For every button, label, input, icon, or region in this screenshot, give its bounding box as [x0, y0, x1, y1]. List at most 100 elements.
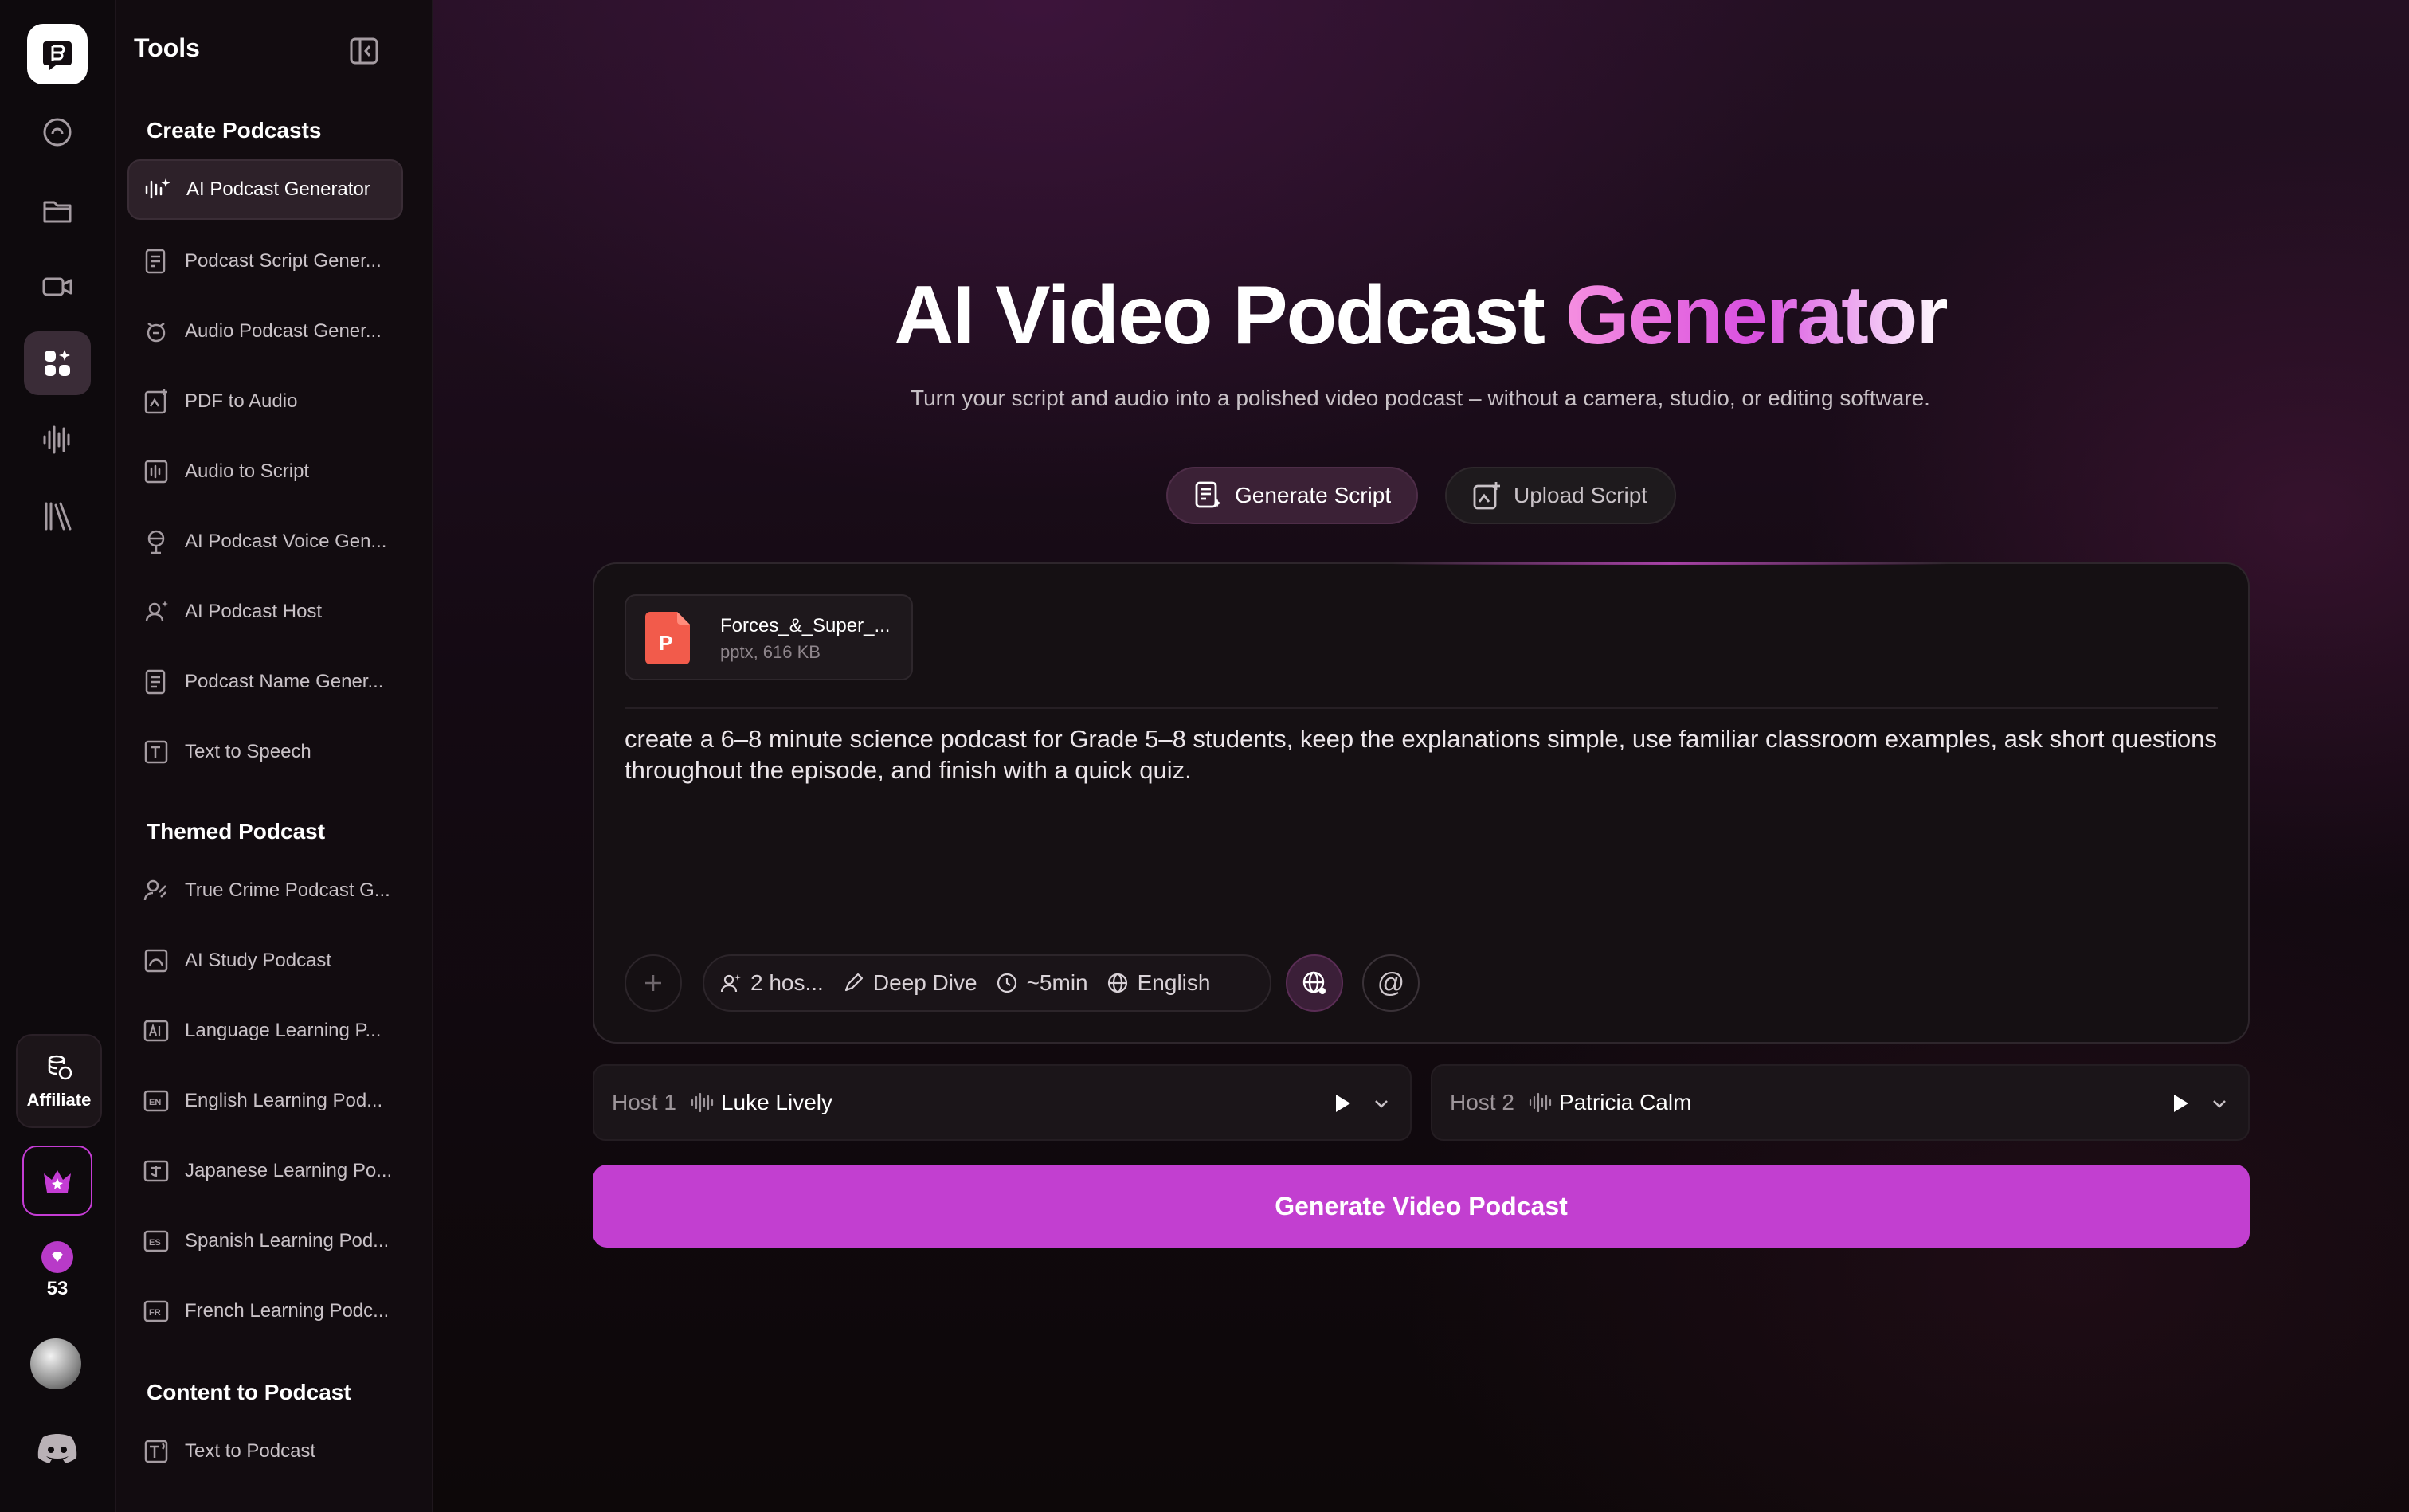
tab-label: Upload Script [1514, 483, 1648, 507]
chevron-down-icon[interactable] [1370, 1093, 1393, 1115]
svg-text:EN: EN [149, 1098, 161, 1107]
globe-search-icon [1302, 971, 1326, 994]
tool-label: Spanish Learning Pod... [185, 1230, 390, 1252]
mention-button[interactable]: @ [1362, 954, 1420, 1012]
file-name: Forces_&_Super_... [720, 615, 891, 637]
tool-text-to-podcast[interactable]: Text to Podcast [127, 1421, 403, 1482]
text-podcast-icon [144, 1440, 168, 1463]
tool-english-learning-podcast[interactable]: EN English Learning Pod... [127, 1071, 403, 1131]
sparkle-wave-icon [145, 178, 170, 199]
attached-file[interactable]: P Forces_&_Super_... pptx, 616 KB [625, 594, 913, 680]
tab-upload-script[interactable]: Upload Script [1445, 467, 1676, 524]
explore-button[interactable] [24, 100, 91, 164]
play-icon[interactable] [1330, 1091, 1354, 1115]
tool-spanish-learning-podcast[interactable]: ES Spanish Learning Pod... [127, 1211, 403, 1271]
tool-podcast-name-generator[interactable]: Podcast Name Gener... [127, 652, 403, 712]
tool-pdf-to-audio[interactable]: PDF to Audio [127, 371, 403, 432]
true-crime-icon [143, 879, 166, 901]
tool-audio-to-script[interactable]: Audio to Script [127, 441, 403, 502]
tool-label: AI Podcast Generator [186, 178, 370, 200]
tool-label: Podcast Script Gener... [185, 250, 382, 272]
english-icon: EN [143, 1090, 169, 1112]
section-title-themed: Themed Podcast [147, 819, 326, 844]
tools-button[interactable] [24, 331, 91, 395]
affiliate-button[interactable]: Affiliate [16, 1034, 102, 1128]
tool-label: PDF to Audio [185, 390, 298, 412]
tool-label: True Crime Podcast G... [185, 879, 390, 901]
library-icon [45, 502, 72, 531]
audio-button[interactable] [24, 408, 91, 472]
web-search-toggle[interactable] [1286, 954, 1343, 1012]
tool-label: Language Learning P... [185, 1020, 382, 1041]
script-input-panel: P Forces_&_Super_... pptx, 616 KB create… [593, 562, 2250, 1044]
style-option[interactable]: Deep Dive [841, 970, 995, 996]
voice-wave-icon [1529, 1092, 1552, 1113]
tools-grid-icon [45, 350, 70, 376]
tool-true-crime-podcast[interactable]: True Crime Podcast G... [127, 860, 403, 921]
hosts-option[interactable]: 2 hos... [719, 970, 841, 996]
tool-ai-study-podcast[interactable]: AI Study Podcast [127, 930, 403, 991]
name-icon [145, 669, 166, 695]
study-icon [144, 949, 168, 973]
title-accent: Generator [1565, 269, 1949, 362]
text-speech-icon [144, 740, 168, 764]
logo-icon [43, 41, 72, 70]
tool-label: Audio to Script [185, 460, 310, 482]
library-button[interactable] [24, 484, 91, 548]
tool-label: French Learning Podc... [185, 1300, 390, 1322]
language-option[interactable]: English [1106, 970, 1228, 996]
avatar[interactable] [30, 1338, 81, 1389]
app-logo[interactable] [27, 24, 88, 84]
tool-french-learning-podcast[interactable]: FR French Learning Podc... [127, 1281, 403, 1342]
video-button[interactable] [24, 255, 91, 319]
script-icon [1195, 481, 1222, 508]
generate-video-podcast-button[interactable]: Generate Video Podcast [593, 1165, 2250, 1248]
discord-icon[interactable] [33, 1431, 81, 1466]
tool-podcast-script-generator[interactable]: Podcast Script Gener... [127, 231, 403, 292]
tool-label: Text to Speech [185, 741, 311, 762]
upgrade-button[interactable] [22, 1146, 92, 1216]
play-icon[interactable] [2168, 1091, 2192, 1115]
microphone-icon [147, 530, 165, 554]
hosts-icon [720, 974, 741, 993]
credits-display[interactable]: 53 [24, 1241, 91, 1305]
language-icon [143, 1020, 169, 1042]
tool-ai-podcast-generator[interactable]: AI Podcast Generator [127, 159, 403, 220]
clock-icon [997, 973, 1016, 993]
section-title-content: Content to Podcast [147, 1380, 351, 1404]
explore-icon [43, 118, 72, 147]
tool-text-to-speech[interactable]: Text to Speech [127, 722, 403, 782]
host-2-selector[interactable]: Host 2 Patricia Calm [1431, 1064, 2250, 1141]
pdf-icon [144, 389, 167, 414]
add-attachment-button[interactable] [625, 954, 682, 1012]
voice-wave-icon [691, 1092, 714, 1113]
audio-script-icon [144, 460, 168, 484]
tool-label: Text to Podcast [185, 1440, 316, 1462]
pen-icon [844, 973, 863, 992]
tool-label: AI Study Podcast [185, 950, 332, 971]
svg-text:P: P [659, 631, 672, 655]
duration-value: ~5min [1026, 970, 1088, 995]
tool-language-learning-podcast[interactable]: Language Learning P... [127, 1001, 403, 1061]
tool-label: Podcast Name Gener... [185, 671, 384, 692]
french-icon: FR [143, 1300, 169, 1322]
duration-option[interactable]: ~5min [995, 970, 1106, 996]
style-value: Deep Dive [872, 970, 977, 995]
video-icon [42, 277, 72, 296]
projects-button[interactable] [24, 178, 91, 242]
hosts-value: 2 hos... [750, 970, 824, 995]
audio-podcast-icon [147, 322, 166, 343]
prompt-textarea[interactable]: create a 6–8 minute science podcast for … [625, 723, 2218, 785]
host-1-selector[interactable]: Host 1 Luke Lively [593, 1064, 1412, 1141]
chevron-down-icon[interactable] [2208, 1093, 2231, 1115]
collapse-sidebar-icon[interactable] [349, 37, 379, 65]
folder-icon [43, 201, 72, 223]
tool-ai-podcast-host[interactable]: AI Podcast Host [127, 582, 403, 642]
tool-audio-podcast-generator[interactable]: Audio Podcast Gener... [127, 301, 403, 362]
tab-generate-script[interactable]: Generate Script [1166, 467, 1418, 524]
crown-icon [44, 1170, 71, 1193]
language-value: English [1137, 970, 1211, 995]
tool-japanese-learning-podcast[interactable]: Japanese Learning Po... [127, 1141, 403, 1201]
tool-label: English Learning Pod... [185, 1090, 383, 1111]
tool-ai-podcast-voice-generator[interactable]: AI Podcast Voice Gen... [127, 511, 403, 572]
